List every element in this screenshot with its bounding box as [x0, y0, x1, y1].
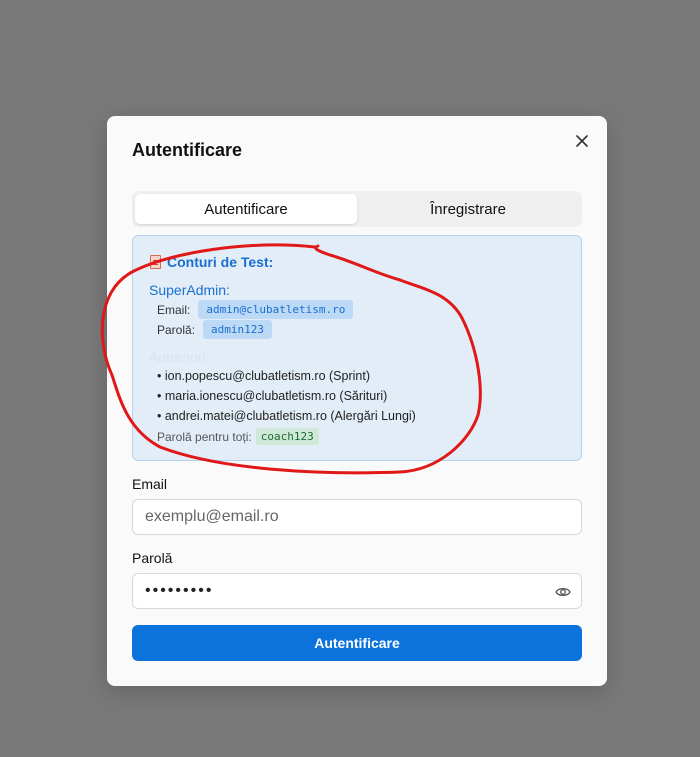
- login-submit-button[interactable]: Autentificare: [132, 625, 582, 661]
- password-label: Parolă: [132, 550, 173, 566]
- superadmin-password-row: Parolă: admin123: [157, 320, 273, 339]
- close-icon: [576, 135, 588, 147]
- close-button[interactable]: [571, 130, 593, 152]
- superadmin-email-label: Email:: [157, 302, 191, 317]
- dialog-title: Autentificare: [132, 140, 243, 160]
- document-icon: [150, 255, 161, 269]
- superadmin-email-value: admin@clubatletism.ro: [198, 300, 354, 319]
- password-field[interactable]: •••••••••: [132, 573, 582, 609]
- test-accounts-title-text: Conturi de Test:: [167, 254, 274, 270]
- coach-list-item: • andrei.matei@clubatletism.ro (Alergări…: [157, 409, 416, 423]
- auth-tabs: Autentificare Înregistrare: [132, 191, 582, 227]
- coach-list-item: • maria.ionescu@clubatletism.ro (Săritur…: [157, 389, 388, 403]
- superadmin-email-row: Email: admin@clubatletism.ro: [157, 300, 354, 319]
- coaches-heading: Antrenori:: [149, 349, 210, 365]
- superadmin-password-label: Parolă:: [157, 322, 196, 337]
- tab-inregistrare[interactable]: Înregistrare: [357, 194, 579, 224]
- login-dialog: Autentificare Autentificare Înregistrare…: [107, 116, 607, 686]
- superadmin-heading: SuperAdmin:: [149, 282, 230, 298]
- email-label: Email: [132, 476, 168, 492]
- test-accounts-panel: Conturi de Test: SuperAdmin: Email: admi…: [132, 235, 582, 461]
- coaches-password-row: Parolă pentru toți: coach123: [157, 428, 319, 445]
- coaches-password-label: Parolă pentru toți:: [157, 429, 252, 444]
- eye-icon[interactable]: [555, 585, 571, 599]
- superadmin-password-value: admin123: [203, 320, 273, 339]
- tab-autentificare[interactable]: Autentificare: [135, 194, 357, 224]
- email-placeholder: exemplu@email.ro: [145, 508, 279, 525]
- test-accounts-title: Conturi de Test:: [150, 254, 273, 270]
- email-field[interactable]: exemplu@email.ro: [132, 499, 582, 535]
- password-value: •••••••••: [145, 582, 214, 599]
- coaches-password-value: coach123: [255, 428, 319, 445]
- coach-list-item: • ion.popescu@clubatletism.ro (Sprint): [157, 369, 370, 383]
